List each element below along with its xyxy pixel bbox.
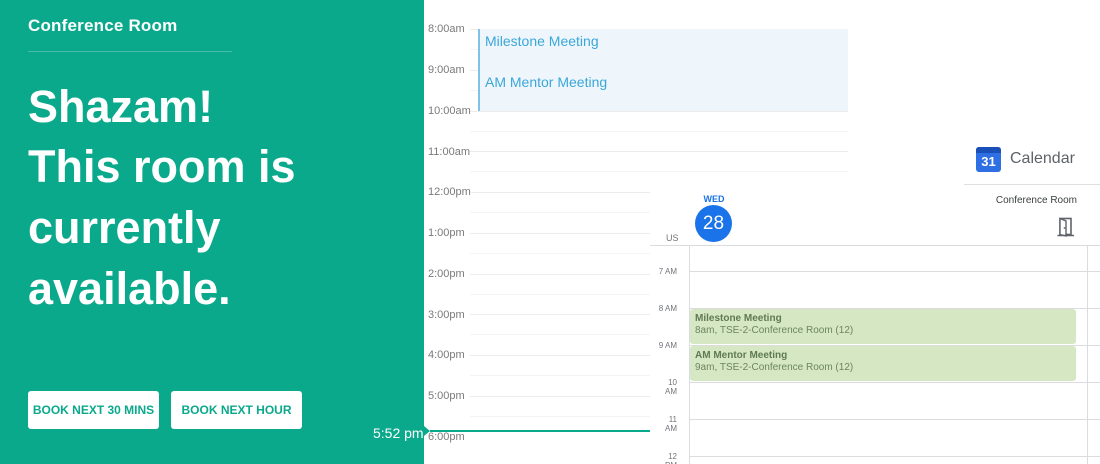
timeline-half-hour-line bbox=[470, 171, 848, 172]
timeline-hour-line bbox=[470, 192, 650, 193]
book-next-hour-button[interactable]: BOOK NEXT HOUR bbox=[171, 391, 302, 429]
status-line-2: This room is bbox=[28, 141, 296, 192]
timeline-hour-line bbox=[470, 151, 848, 152]
calendar-event-title: Milestone Meeting bbox=[695, 313, 782, 324]
timeline-hour-label: 4:00pm bbox=[428, 349, 465, 361]
calendar-grid-top-border bbox=[650, 245, 1100, 246]
timeline-half-hour-line bbox=[470, 375, 650, 376]
calendar-event-detail: 9am, TSE-2-Conference Room (12) bbox=[695, 362, 854, 373]
room-name: Conference Room bbox=[28, 16, 178, 35]
timeline-half-hour-line bbox=[470, 253, 650, 254]
calendar-event[interactable]: AM Mentor Meeting 9am, TSE-2-Conference … bbox=[690, 346, 1076, 381]
book-next-30-mins-button[interactable]: BOOK NEXT 30 MINS bbox=[28, 391, 159, 429]
logo-day-number: 31 bbox=[981, 154, 996, 169]
current-time-line bbox=[430, 430, 650, 432]
timeline-half-hour-line bbox=[470, 294, 650, 295]
timeline-hour-label: 10:00am bbox=[428, 105, 471, 117]
timeline-event[interactable]: Milestone Meeting bbox=[478, 29, 848, 70]
calendar-hour-line bbox=[690, 382, 1100, 383]
timeline-hour-line bbox=[470, 355, 650, 356]
calendar-grid-column-line bbox=[1087, 245, 1088, 464]
timeline-hour-label: 6:00pm bbox=[428, 431, 465, 443]
timeline-event[interactable]: AM Mentor Meeting bbox=[478, 70, 848, 111]
calendar-hour-line bbox=[690, 419, 1100, 420]
day-name-label: WED bbox=[703, 194, 725, 204]
calendar-hour-label: 10 AM bbox=[665, 378, 677, 396]
timeline-hour-line bbox=[470, 111, 848, 112]
timeline-event-title: AM Mentor Meeting bbox=[485, 74, 608, 90]
timeline-hour-line bbox=[470, 396, 650, 397]
timeline-half-hour-line bbox=[470, 131, 848, 132]
calendar-room-name: Conference Room bbox=[995, 195, 1077, 206]
timeline-half-hour-line bbox=[470, 334, 650, 335]
calendar-event-detail: 8am, TSE-2-Conference Room (12) bbox=[695, 325, 854, 336]
title-divider bbox=[28, 51, 232, 52]
room-status-panel: Conference Room Shazam! This room is cur… bbox=[0, 0, 424, 464]
timeline-event-title: Milestone Meeting bbox=[485, 33, 599, 49]
timeline-half-hour-line bbox=[470, 212, 650, 213]
timeline-hour-label: 3:00pm bbox=[428, 309, 465, 321]
calendar-event-title: AM Mentor Meeting bbox=[695, 350, 788, 361]
status-line-1: Shazam! bbox=[28, 81, 214, 132]
timeline-hour-label: 5:00pm bbox=[428, 390, 465, 402]
calendar-hour-label: 9 AM bbox=[658, 341, 677, 350]
calendar-event[interactable]: Milestone Meeting 8am, TSE-2-Conference … bbox=[690, 309, 1076, 344]
calendar-hour-label: 12 PM bbox=[665, 452, 677, 464]
day-number-badge[interactable]: 28 bbox=[695, 205, 732, 242]
calendar-hour-line bbox=[690, 456, 1100, 457]
google-calendar-logo-icon: 31 bbox=[976, 147, 1001, 172]
current-time-label: 5:52 pm bbox=[373, 425, 424, 441]
calendar-hour-label: 8 AM bbox=[658, 304, 677, 313]
door-icon bbox=[1057, 217, 1074, 237]
calendar-header-divider bbox=[964, 184, 1100, 185]
timeline-hour-label: 9:00am bbox=[428, 64, 465, 76]
timeline-hour-label: 1:00pm bbox=[428, 227, 465, 239]
calendar-hour-line bbox=[690, 271, 1100, 272]
timeline-hour-label: 11:00am bbox=[428, 146, 470, 158]
timezone-label: US bbox=[666, 233, 679, 243]
timeline-hour-line bbox=[470, 314, 650, 315]
timeline-half-hour-line bbox=[470, 416, 650, 417]
calendar-hour-label: 7 AM bbox=[658, 267, 677, 276]
timeline-hour-label: 8:00am bbox=[428, 23, 465, 35]
timeline-hour-label: 12:00pm bbox=[428, 186, 471, 198]
status-line-3: currently bbox=[28, 202, 221, 253]
timeline-hour-line bbox=[470, 274, 650, 275]
timeline-hour-label: 2:00pm bbox=[428, 268, 465, 280]
calendar-app-name: Calendar bbox=[1010, 150, 1075, 167]
timeline-hour-line bbox=[470, 233, 650, 234]
calendar-hour-label: 11 AM bbox=[665, 415, 677, 433]
status-line-4: available. bbox=[28, 263, 231, 314]
